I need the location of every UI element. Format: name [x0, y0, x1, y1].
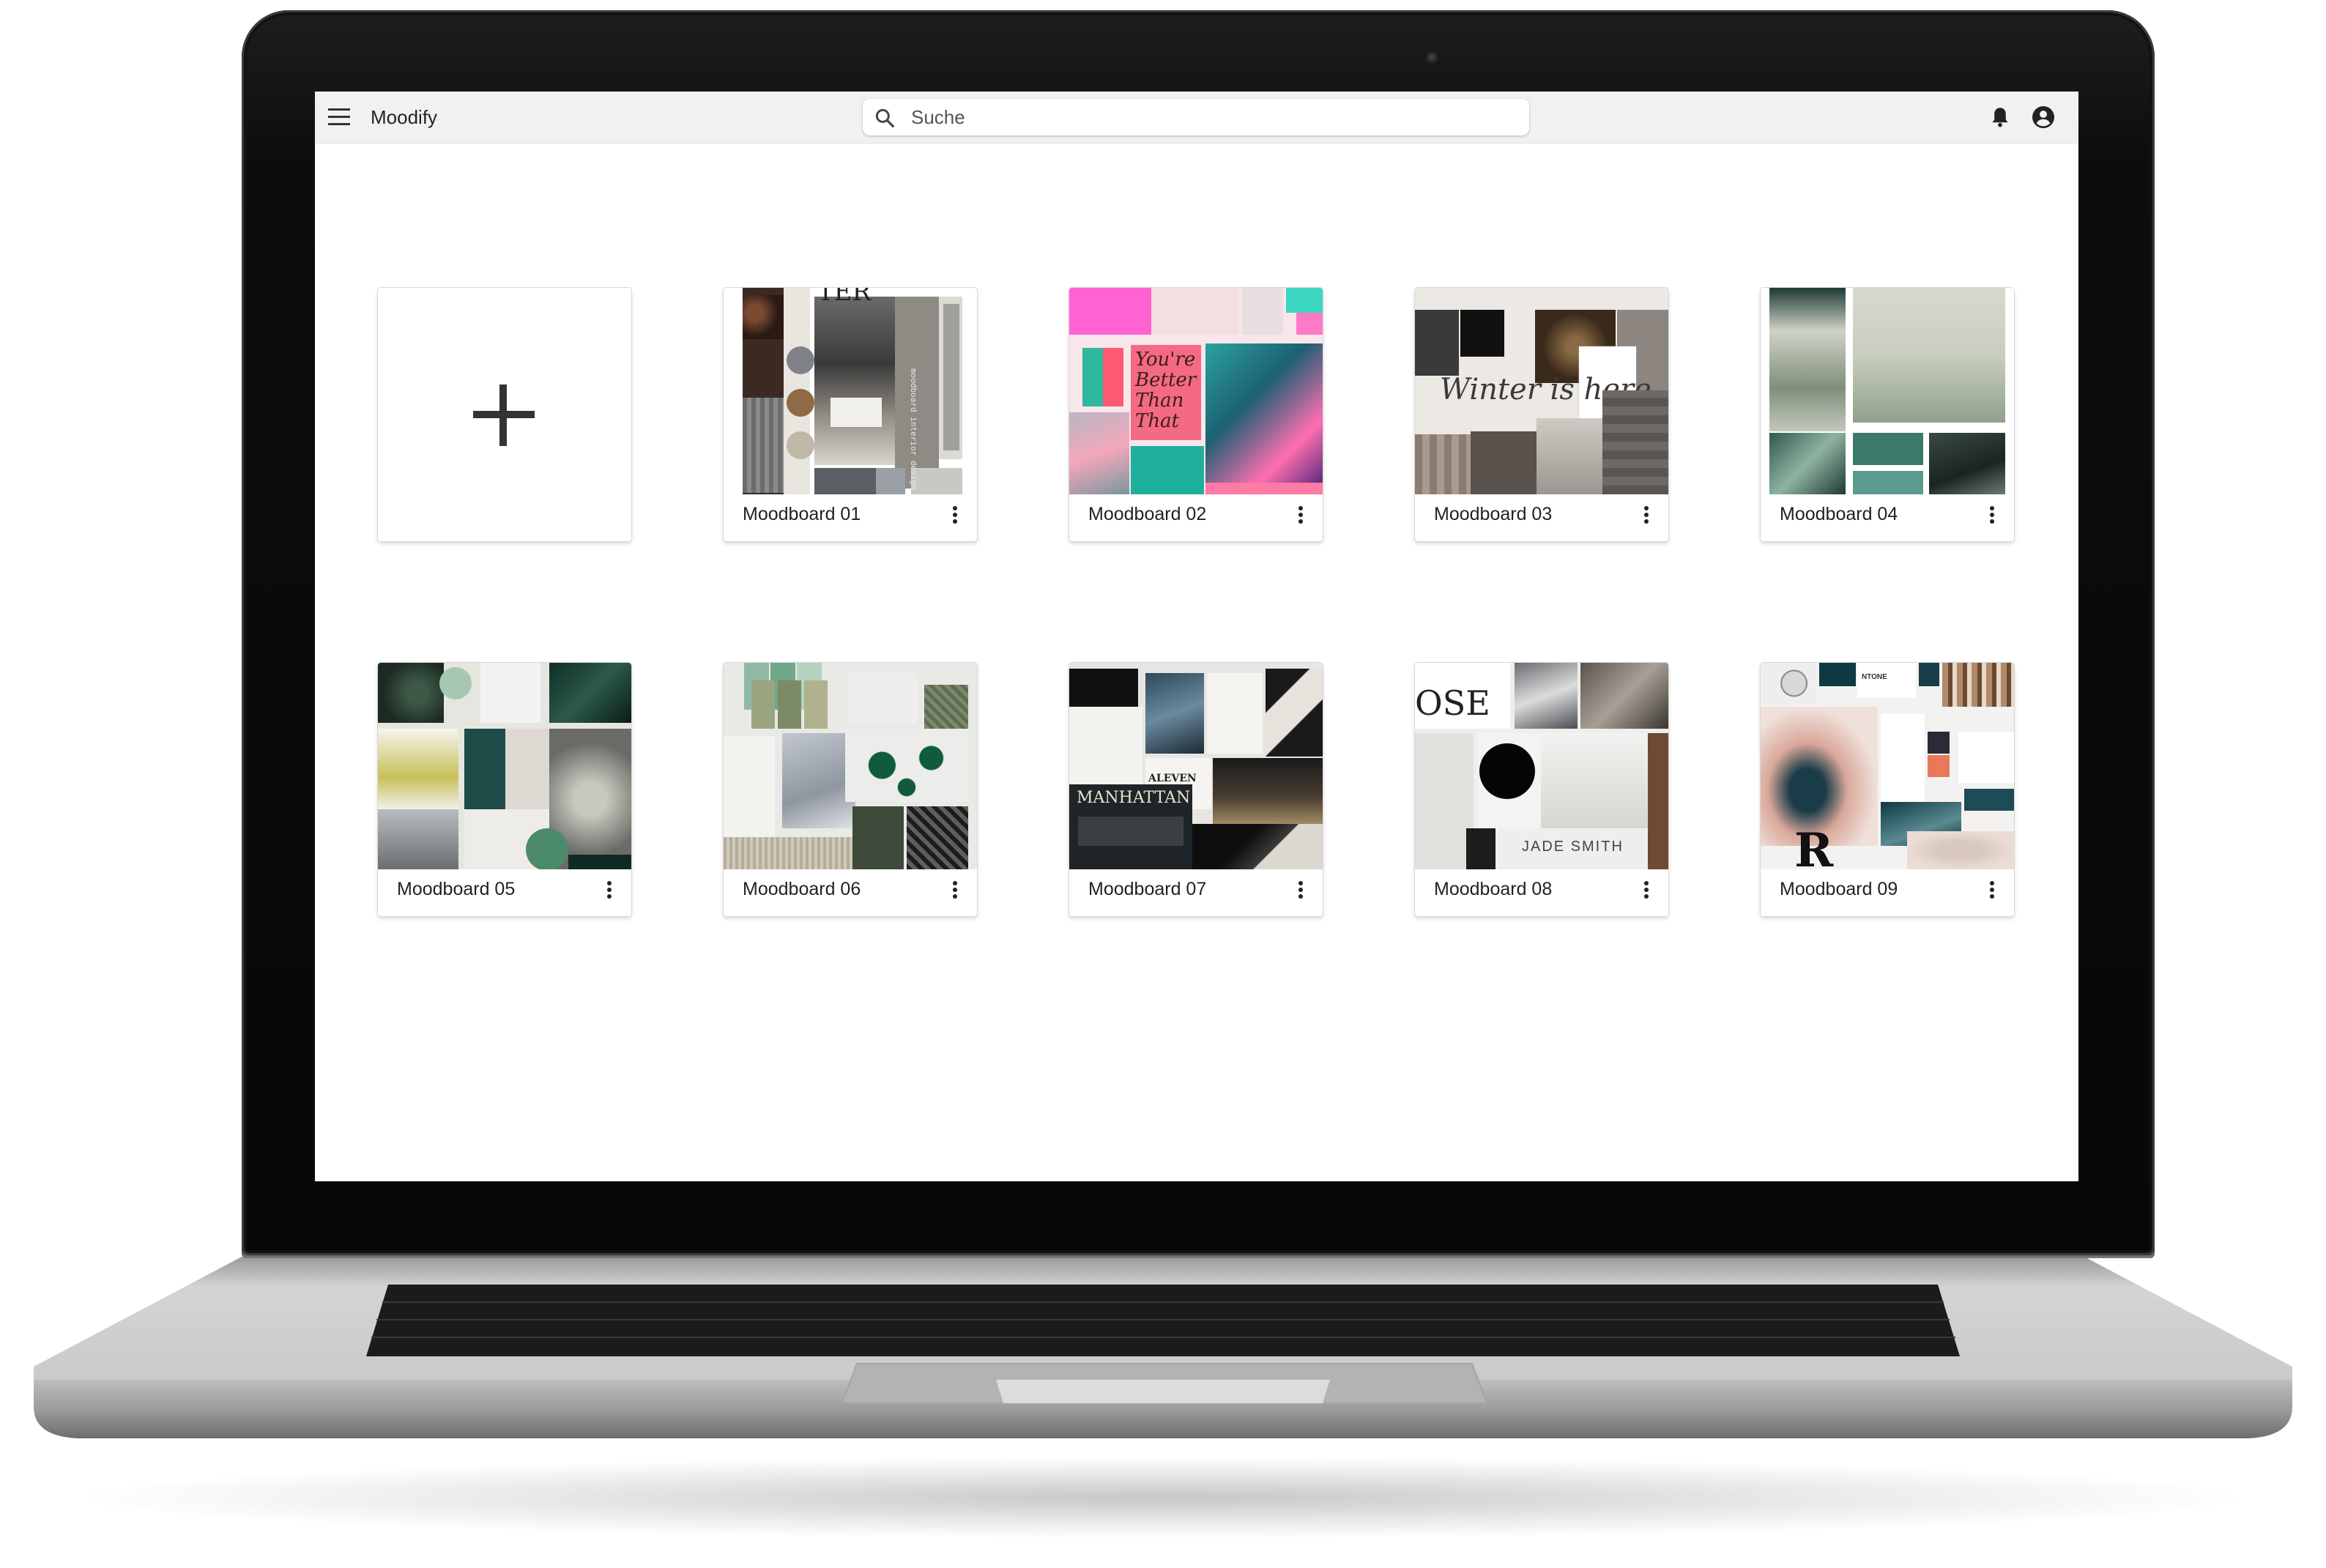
moodboard-title[interactable]: Moodboard 06 [743, 878, 861, 900]
search-input[interactable] [911, 105, 1512, 130]
app-bar: Moodify [315, 92, 2078, 144]
moodboard-grid: TER moodboard interior design Moodboard … [315, 143, 2078, 1181]
floor-shadow [88, 1457, 2238, 1538]
more-vertical-icon[interactable] [1638, 502, 1655, 528]
thumbnail-heading: R [1794, 823, 1834, 870]
moodboard-card-02[interactable]: You're Better Than That Moodboard 02 [1069, 288, 1323, 541]
moodboard-thumbnail: TER moodboard interior design [724, 288, 977, 494]
app-title: Moodify [371, 106, 438, 128]
more-vertical-icon[interactable] [1983, 502, 2001, 528]
search-icon[interactable] [873, 106, 896, 130]
camera-dot [1426, 51, 1441, 66]
moodboard-thumbnail: NTONE R [1761, 663, 2014, 869]
more-vertical-icon[interactable] [1983, 877, 2001, 903]
menu-icon[interactable] [328, 107, 352, 127]
more-vertical-icon[interactable] [946, 877, 964, 903]
bell-icon[interactable] [1988, 105, 2013, 130]
laptop-base [34, 1257, 2292, 1438]
moodboard-title[interactable]: Moodboard 03 [1434, 503, 1552, 525]
moodboard-thumbnail: ALEVEN MANHATTAN [1069, 663, 1323, 869]
more-vertical-icon[interactable] [946, 502, 964, 528]
product-photo: Moodify Suche TER moodboard interior des… [0, 0, 2326, 1568]
moodboard-card-06[interactable]: Moodboard 06 [724, 663, 977, 916]
moodboard-thumbnail [724, 663, 977, 869]
moodboard-title[interactable]: Moodboard 04 [1780, 503, 1898, 525]
moodboard-thumbnail: OSE JADE SMITH [1415, 663, 1668, 869]
moodboard-thumbnail [378, 663, 631, 869]
moodboard-card-03[interactable]: Winter is here Moodboard 03 [1415, 288, 1668, 541]
thumbnail-heading: You're Better Than That [1135, 349, 1197, 432]
account-circle-icon[interactable] [2030, 104, 2056, 130]
moodboard-title[interactable]: Moodboard 09 [1780, 878, 1898, 900]
thumbnail-subheading: NTONE [1862, 673, 1887, 681]
thumbnail-heading: MANHATTAN [1077, 789, 1191, 807]
thumbnail-subheading: ALEVEN [1148, 773, 1197, 784]
moodboard-title[interactable]: Moodboard 01 [743, 503, 861, 525]
more-vertical-icon[interactable] [1638, 877, 1655, 903]
moodboard-card-01[interactable]: TER moodboard interior design Moodboard … [724, 288, 977, 541]
moodboard-card-09[interactable]: NTONE R Moodboard 09 [1761, 663, 2014, 916]
moodboard-title[interactable]: Moodboard 08 [1434, 878, 1552, 900]
moodboard-card-05[interactable]: Moodboard 05 [378, 663, 631, 916]
thumbnail-heading: OSE [1415, 683, 1490, 723]
more-vertical-icon[interactable] [1292, 502, 1309, 528]
moodboard-title[interactable]: Moodboard 05 [397, 878, 515, 900]
moodboard-thumbnail [1761, 288, 2014, 494]
thumbnail-side-text: moodboard interior design [909, 368, 918, 490]
more-vertical-icon[interactable] [601, 877, 618, 903]
app-screen: Moodify Suche TER moodboard interior des… [315, 92, 2078, 1181]
moodboard-card-04[interactable]: Moodboard 04 [1761, 288, 2014, 541]
moodboard-thumbnail: You're Better Than That [1069, 288, 1323, 494]
thumbnail-subheading: JADE SMITH [1522, 839, 1624, 855]
thumbnail-heading: TER [817, 288, 872, 307]
moodboard-thumbnail: Winter is here [1415, 288, 1668, 494]
moodboard-title[interactable]: Moodboard 02 [1088, 503, 1206, 525]
search-bar[interactable] [863, 99, 1529, 135]
moodboard-title[interactable]: Moodboard 07 [1088, 878, 1206, 900]
more-vertical-icon[interactable] [1292, 877, 1309, 903]
moodboard-card-08[interactable]: OSE JADE SMITH Moodboard 08 [1415, 663, 1668, 916]
moodboard-card-07[interactable]: ALEVEN MANHATTAN Moodboard 07 [1069, 663, 1323, 916]
add-moodboard-button[interactable] [378, 288, 631, 541]
